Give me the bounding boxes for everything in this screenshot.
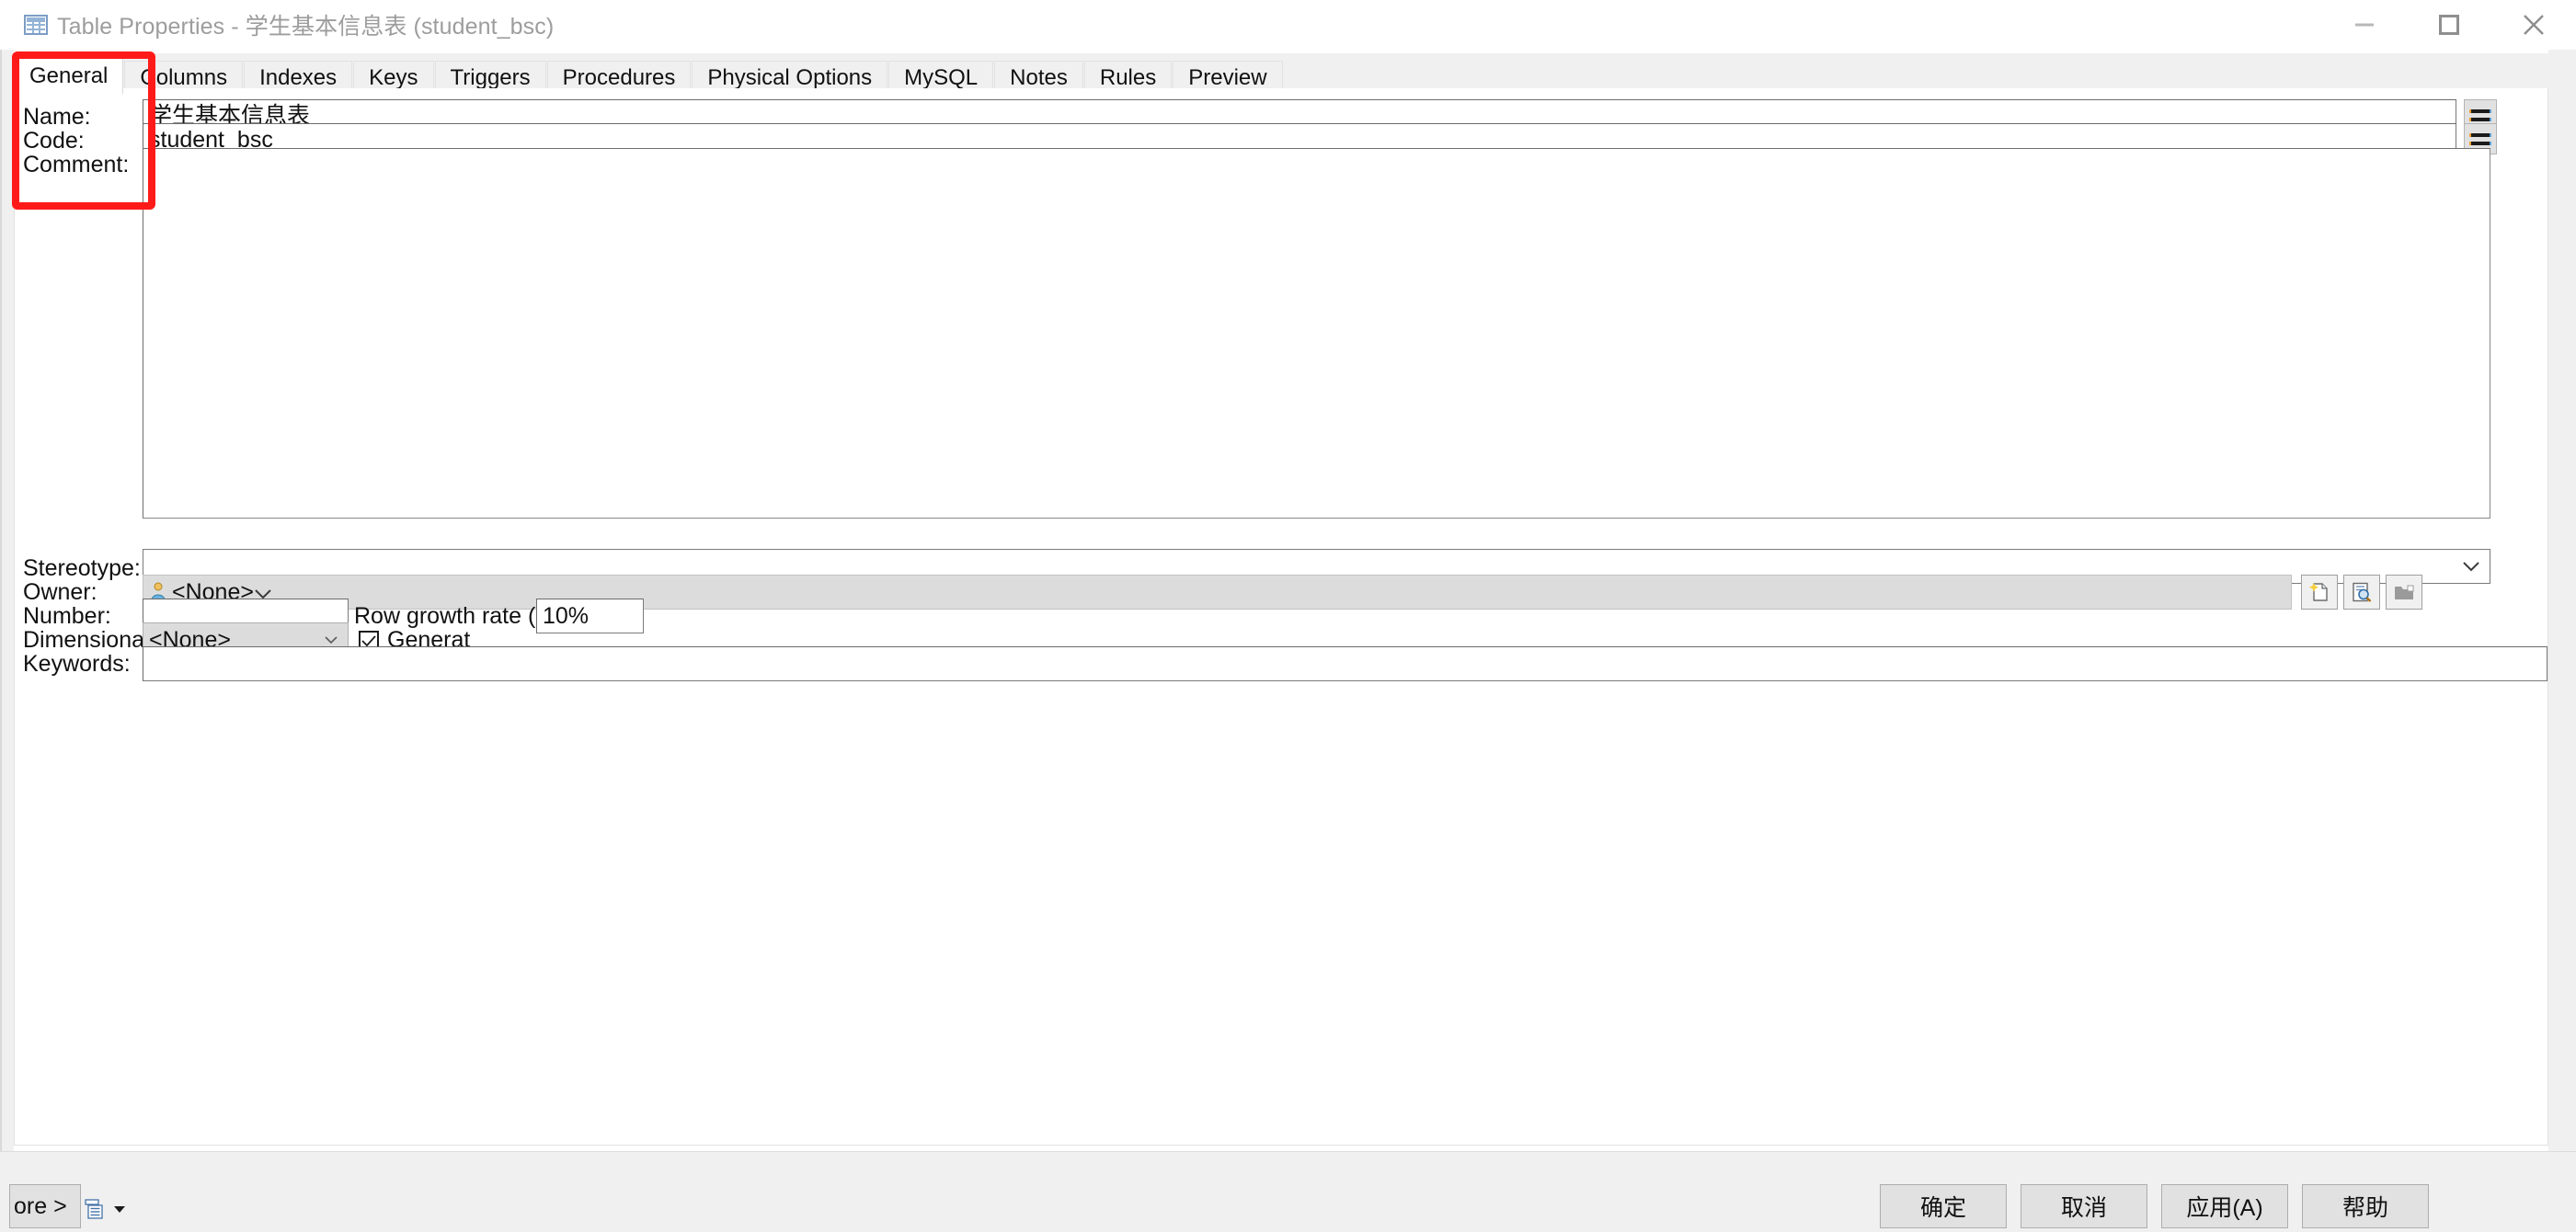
title-bar: Table Properties - 学生基本信息表 (student_bsc) (0, 0, 2576, 50)
footer-separator (0, 1151, 2576, 1152)
window-controls (2322, 0, 2576, 50)
object-properties-button[interactable] (2343, 575, 2380, 610)
close-button[interactable] (2491, 0, 2576, 50)
minimize-button[interactable] (2322, 0, 2407, 50)
window-title: Table Properties - 学生基本信息表 (student_bsc) (57, 14, 555, 40)
name-label: Name: (23, 104, 91, 130)
more-extra-controls (85, 1198, 126, 1220)
table-properties-window: Table Properties - 学生基本信息表 (student_bsc)… (0, 0, 2576, 1232)
help-button[interactable]: 帮助 (2302, 1184, 2429, 1228)
code-label: Code: (23, 128, 85, 154)
cancel-button[interactable]: 取消 (2021, 1184, 2147, 1228)
chevron-down-icon (324, 635, 338, 645)
more-button[interactable]: ore > (9, 1184, 81, 1228)
comment-textarea[interactable] (143, 148, 2490, 519)
stereotype-label: Stereotype: (23, 555, 141, 581)
keywords-label: Keywords: (23, 651, 131, 677)
number-label: Number: (23, 603, 111, 629)
list-icon[interactable] (85, 1198, 105, 1220)
keywords-input[interactable] (143, 646, 2547, 681)
window-gutter-right (2548, 50, 2576, 1151)
create-object-button[interactable] (2301, 575, 2338, 610)
chevron-down-icon (2462, 561, 2480, 572)
row-growth-input[interactable]: 10% (536, 599, 644, 633)
tab-general[interactable]: General (14, 57, 124, 94)
caret-down-icon[interactable] (113, 1204, 126, 1214)
comment-label: Comment: (23, 152, 130, 177)
general-tab-panel: Name: 学生基本信息表 Code: student_bsc Comment:… (14, 88, 2548, 1146)
ok-button[interactable]: 确定 (1880, 1184, 2007, 1228)
owner-label: Owner: (23, 579, 97, 605)
table-icon (24, 14, 48, 36)
maximize-button[interactable] (2407, 0, 2491, 50)
apply-button[interactable]: 应用(A) (2161, 1184, 2288, 1228)
window-gutter-left (2, 50, 14, 1151)
select-object-button[interactable] (2386, 575, 2422, 610)
